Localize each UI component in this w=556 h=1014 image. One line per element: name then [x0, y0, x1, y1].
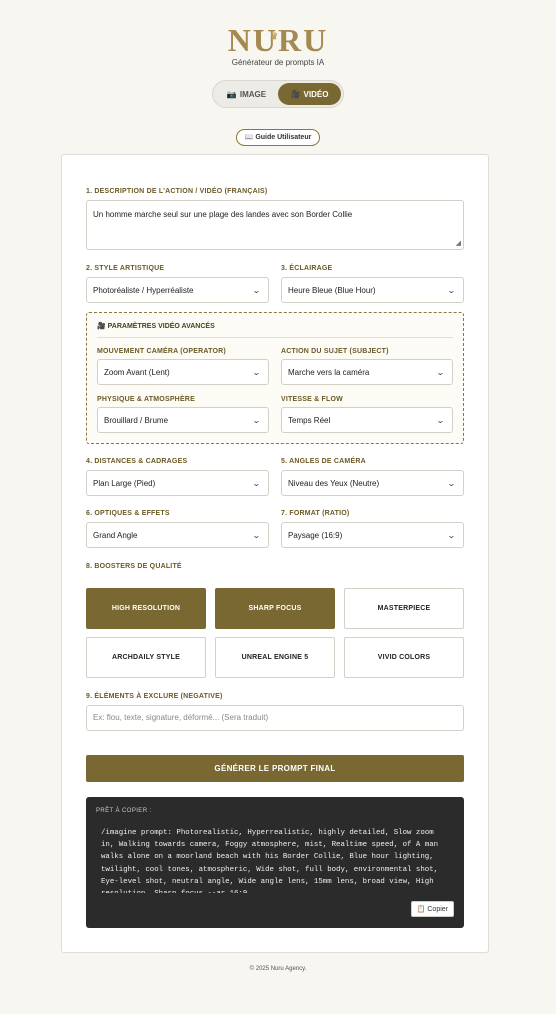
booster-archdaily-style[interactable]: ARCHDAILY STYLE [86, 637, 206, 678]
format-value: Paysage (16:9) [288, 530, 343, 540]
description-textarea[interactable]: Un homme marche seul sur une plage des l… [86, 200, 464, 250]
style-select[interactable]: Photoréaliste / Hyperréaliste ⌄ [86, 277, 269, 303]
lighting-select[interactable]: Heure Bleue (Blue Hour) ⌄ [281, 277, 464, 303]
mode-video-label: VIDÉO [303, 89, 329, 99]
lighting-value: Heure Bleue (Blue Hour) [288, 285, 376, 295]
chevron-down-icon: ⌄ [252, 367, 262, 377]
mode-image-label: IMAGE [239, 89, 267, 99]
negative-label: 9. ÉLÉMENTS À EXCLURE (NEGATIVE) [86, 693, 223, 700]
angle-label: 5. ANGLES DE CAMÉRA [281, 458, 366, 465]
booster-high-resolution[interactable]: HIGH RESOLUTION [86, 588, 206, 629]
crown-icon: ♛ [270, 31, 281, 41]
optics-select[interactable]: Grand Angle ⌄ [86, 522, 269, 548]
camera-move-select[interactable]: Zoom Avant (Lent) ⌄ [97, 359, 269, 385]
prompt-form-card: 1. DESCRIPTION DE L'ACTION / VIDÉO (FRAN… [61, 154, 489, 953]
prompt-output-panel: PRÊT À COPIER : /imagine prompt: Photore… [86, 797, 464, 928]
description-label: 1. DESCRIPTION DE L'ACTION / VIDÉO (FRAN… [86, 188, 268, 195]
video-params-title: 🎥 PARAMÈTRES VIDÉO AVANCÉS [97, 323, 215, 330]
chevron-down-icon: ⌄ [436, 367, 446, 377]
format-select[interactable]: Paysage (16:9) ⌄ [281, 522, 464, 548]
distance-select[interactable]: Plan Large (Pied) ⌄ [86, 470, 269, 496]
booster-vivid-colors[interactable]: VIVID COLORS [344, 637, 464, 678]
chevron-down-icon: ⌄ [252, 530, 262, 540]
booster-sharp-focus[interactable]: SHARP FOCUS [215, 588, 335, 629]
distance-label: 4. DISTANCES & CADRAGES [86, 458, 188, 465]
resize-handle-icon[interactable]: ◢ [456, 239, 461, 247]
negative-input[interactable]: Ex: flou, texte, signature, déformé... (… [86, 705, 464, 731]
physics-value: Brouillard / Brume [104, 415, 169, 425]
video-camera-icon: 🎥 [290, 89, 301, 99]
subject-action-value: Marche vers la caméra [288, 367, 370, 377]
chevron-down-icon: ⌄ [252, 478, 262, 488]
footer-copyright: © 2025 Nuru Agency. [249, 966, 307, 972]
speed-value: Temps Réel [288, 415, 331, 425]
app-subtitle: Générateur de prompts IA [231, 58, 325, 67]
divider [97, 337, 453, 338]
booster-unreal-engine-5[interactable]: UNREAL ENGINE 5 [215, 637, 335, 678]
subject-action-label: ACTION DU SUJET (SUBJECT) [281, 348, 389, 355]
output-label: PRÊT À COPIER : [96, 808, 152, 814]
chevron-down-icon: ⌄ [252, 415, 262, 425]
optics-label: 6. OPTIQUES & EFFETS [86, 510, 170, 517]
lighting-label: 3. ÉCLAIRAGE [281, 265, 333, 272]
chevron-down-icon: ⌄ [447, 478, 457, 488]
camera-move-label: MOUVEMENT CAMÉRA (OPERATOR) [97, 348, 226, 355]
chevron-down-icon: ⌄ [436, 415, 446, 425]
chevron-down-icon: ⌄ [447, 530, 457, 540]
generate-prompt-button[interactable]: GÉNÉRER LE PROMPT FINAL [86, 755, 464, 782]
speed-label: VITESSE & FLOW [281, 396, 343, 403]
format-label: 7. FORMAT (RATIO) [281, 510, 350, 517]
style-value: Photoréaliste / Hyperréaliste [93, 285, 194, 295]
mode-video-button[interactable]: 🎥 VIDÉO [278, 83, 341, 105]
physics-label: PHYSIQUE & ATMOSPHÈRE [97, 396, 195, 403]
copy-button[interactable]: 📋 Copier [410, 901, 454, 917]
physics-select[interactable]: Brouillard / Brume ⌄ [97, 407, 269, 433]
brand-logo: ♛ NURU [228, 22, 328, 58]
mode-image-button[interactable]: 📷 IMAGE [215, 83, 278, 105]
video-params-panel: 🎥 PARAMÈTRES VIDÉO AVANCÉS MOUVEMENT CAM… [86, 312, 464, 444]
user-guide-button[interactable]: 📖 Guide Utilisateur [236, 129, 320, 146]
booster-masterpiece[interactable]: MASTERPIECE [344, 588, 464, 629]
prompt-output-text: /imagine prompt: Photorealistic, Hyperre… [101, 829, 439, 893]
speed-select[interactable]: Temps Réel ⌄ [281, 407, 453, 433]
angle-select[interactable]: Niveau des Yeux (Neutre) ⌄ [281, 470, 464, 496]
optics-value: Grand Angle [93, 530, 138, 540]
mode-toggle: 📷 IMAGE 🎥 VIDÉO [212, 80, 344, 108]
app-header: ♛ NURU Générateur de prompts IA 📷 IMAGE … [0, 0, 556, 146]
camera-icon: 📷 [226, 89, 237, 99]
subject-action-select[interactable]: Marche vers la caméra ⌄ [281, 359, 453, 385]
boosters-label: 8. BOOSTERS DE QUALITÉ [86, 563, 182, 570]
chevron-down-icon: ⌄ [252, 285, 262, 295]
style-label: 2. STYLE ARTISTIQUE [86, 265, 165, 272]
angle-value: Niveau des Yeux (Neutre) [288, 478, 380, 488]
camera-move-value: Zoom Avant (Lent) [104, 367, 170, 377]
description-value: Un homme marche seul sur une plage des l… [93, 210, 353, 219]
chevron-down-icon: ⌄ [447, 285, 457, 295]
distance-value: Plan Large (Pied) [93, 478, 156, 488]
